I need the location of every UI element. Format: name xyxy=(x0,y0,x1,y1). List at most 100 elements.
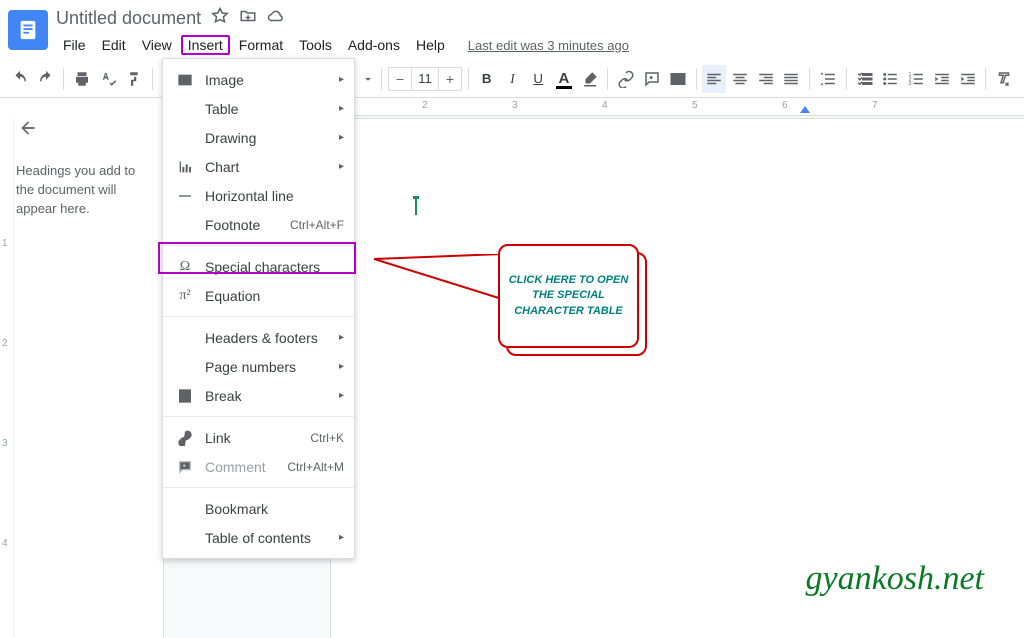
add-comment-button[interactable] xyxy=(640,65,664,93)
menu-edit[interactable]: Edit xyxy=(95,35,133,55)
ruler-mark: 5 xyxy=(692,100,698,111)
insert-image-button[interactable] xyxy=(666,65,690,93)
document-title[interactable]: Untitled document xyxy=(56,8,201,29)
insert-link-button[interactable] xyxy=(614,65,638,93)
menu-item-equation[interactable]: π² Equation xyxy=(163,281,354,310)
menu-item-drawing[interactable]: Drawing ▸ xyxy=(163,123,354,152)
italic-button[interactable]: I xyxy=(501,65,525,93)
align-left-button[interactable] xyxy=(702,65,726,93)
separator xyxy=(152,68,153,90)
ruler-mark: 7 xyxy=(872,100,878,111)
docs-logo[interactable] xyxy=(8,10,48,50)
align-justify-button[interactable] xyxy=(780,65,804,93)
underline-button[interactable]: U xyxy=(526,65,550,93)
svg-text:3: 3 xyxy=(909,81,912,87)
menu-item-bookmark[interactable]: Bookmark xyxy=(163,494,354,523)
bulleted-list-button[interactable] xyxy=(879,65,903,93)
align-right-button[interactable] xyxy=(754,65,778,93)
separator xyxy=(63,68,64,90)
menu-item-footnote[interactable]: Footnote Ctrl+Alt+F xyxy=(163,210,354,239)
annotation-arrow xyxy=(374,254,504,314)
submenu-arrow-icon: ▸ xyxy=(339,332,344,343)
menu-label: Table of contents xyxy=(205,530,311,546)
highlight-color-button[interactable] xyxy=(578,65,602,93)
submenu-arrow-icon: ▸ xyxy=(339,361,344,372)
toolbar: − 11 + B I U A 123 xyxy=(0,60,1024,98)
menu-label: Link xyxy=(205,430,231,446)
outline-collapse-button[interactable] xyxy=(16,116,40,140)
menu-label: Image xyxy=(205,72,244,88)
menu-bar: File Edit View Insert Format Tools Add-o… xyxy=(56,32,629,58)
align-center-button[interactable] xyxy=(728,65,752,93)
menu-item-page-numbers[interactable]: Page numbers ▸ xyxy=(163,352,354,381)
spellcheck-button[interactable] xyxy=(96,65,120,93)
line-spacing-button[interactable] xyxy=(816,65,840,93)
print-button[interactable] xyxy=(70,65,94,93)
decrease-indent-button[interactable] xyxy=(930,65,954,93)
shortcut-label: Ctrl+K xyxy=(310,431,344,445)
menu-help[interactable]: Help xyxy=(409,35,452,55)
increase-indent-button[interactable] xyxy=(956,65,980,93)
menu-label: Page numbers xyxy=(205,359,296,375)
styles-dropdown-arrow[interactable] xyxy=(361,65,375,93)
menu-item-table-of-contents[interactable]: Table of contents ▸ xyxy=(163,523,354,552)
menu-label: Special characters xyxy=(205,259,320,275)
ruler-mark: 6 xyxy=(782,100,788,111)
menu-item-link[interactable]: Link Ctrl+K xyxy=(163,423,354,452)
menu-item-comment: Comment Ctrl+Alt+M xyxy=(163,452,354,481)
menu-view[interactable]: View xyxy=(135,35,179,55)
clear-formatting-button[interactable] xyxy=(992,65,1016,93)
menu-item-horizontal-line[interactable]: Horizontal line xyxy=(163,181,354,210)
comment-icon xyxy=(175,459,195,475)
star-icon[interactable] xyxy=(211,7,229,30)
menu-item-table[interactable]: Table ▸ xyxy=(163,94,354,123)
checklist-button[interactable] xyxy=(853,65,877,93)
undo-button[interactable] xyxy=(8,65,32,93)
menu-label: Drawing xyxy=(205,130,256,146)
pi-icon: π² xyxy=(175,288,195,304)
redo-button[interactable] xyxy=(34,65,58,93)
submenu-arrow-icon: ▸ xyxy=(339,161,344,172)
right-indent-marker[interactable] xyxy=(800,106,810,113)
menu-format[interactable]: Format xyxy=(232,35,290,55)
menu-label: Table xyxy=(205,101,238,117)
menu-item-special-characters[interactable]: Ω Special characters xyxy=(163,252,354,281)
outline-panel: Headings you add to the document will ap… xyxy=(0,98,164,638)
shortcut-label: Ctrl+Alt+F xyxy=(290,218,344,232)
cloud-status-icon[interactable] xyxy=(267,7,285,30)
font-size-decrease[interactable]: − xyxy=(389,71,411,87)
text-color-button[interactable]: A xyxy=(552,65,576,93)
ruler-mark: 3 xyxy=(512,100,518,111)
submenu-arrow-icon: ▸ xyxy=(339,103,344,114)
last-edit-link[interactable]: Last edit was 3 minutes ago xyxy=(468,38,629,53)
omega-icon: Ω xyxy=(175,259,195,275)
paint-format-button[interactable] xyxy=(122,65,146,93)
menu-tools[interactable]: Tools xyxy=(292,35,339,55)
outline-placeholder-text: Headings you add to the document will ap… xyxy=(16,162,147,219)
move-icon[interactable] xyxy=(239,7,257,30)
numbered-list-button[interactable]: 123 xyxy=(904,65,928,93)
separator xyxy=(985,68,986,90)
separator xyxy=(468,68,469,90)
menu-item-chart[interactable]: Chart ▸ xyxy=(163,152,354,181)
bold-button[interactable]: B xyxy=(475,65,499,93)
menu-insert[interactable]: Insert xyxy=(181,35,230,55)
submenu-arrow-icon: ▸ xyxy=(339,74,344,85)
menu-item-break[interactable]: Break ▸ xyxy=(163,381,354,410)
menu-item-image[interactable]: Image ▸ xyxy=(163,65,354,94)
image-icon xyxy=(175,72,195,88)
menu-separator xyxy=(163,487,354,488)
annotation-callout: CLICK HERE TO OPEN THE SPECIAL CHARACTER… xyxy=(498,244,639,348)
menu-label: Bookmark xyxy=(205,501,268,517)
ruler-mark: 2 xyxy=(422,100,428,111)
font-size-increase[interactable]: + xyxy=(439,71,461,87)
separator xyxy=(381,68,382,90)
separator xyxy=(696,68,697,90)
menu-item-headers-footers[interactable]: Headers & footers ▸ xyxy=(163,323,354,352)
font-size-control[interactable]: − 11 + xyxy=(388,67,462,91)
menu-file[interactable]: File xyxy=(56,35,93,55)
ruler-mark: 4 xyxy=(602,100,608,111)
separator xyxy=(607,68,608,90)
font-size-value[interactable]: 11 xyxy=(411,68,439,90)
menu-addons[interactable]: Add-ons xyxy=(341,35,407,55)
